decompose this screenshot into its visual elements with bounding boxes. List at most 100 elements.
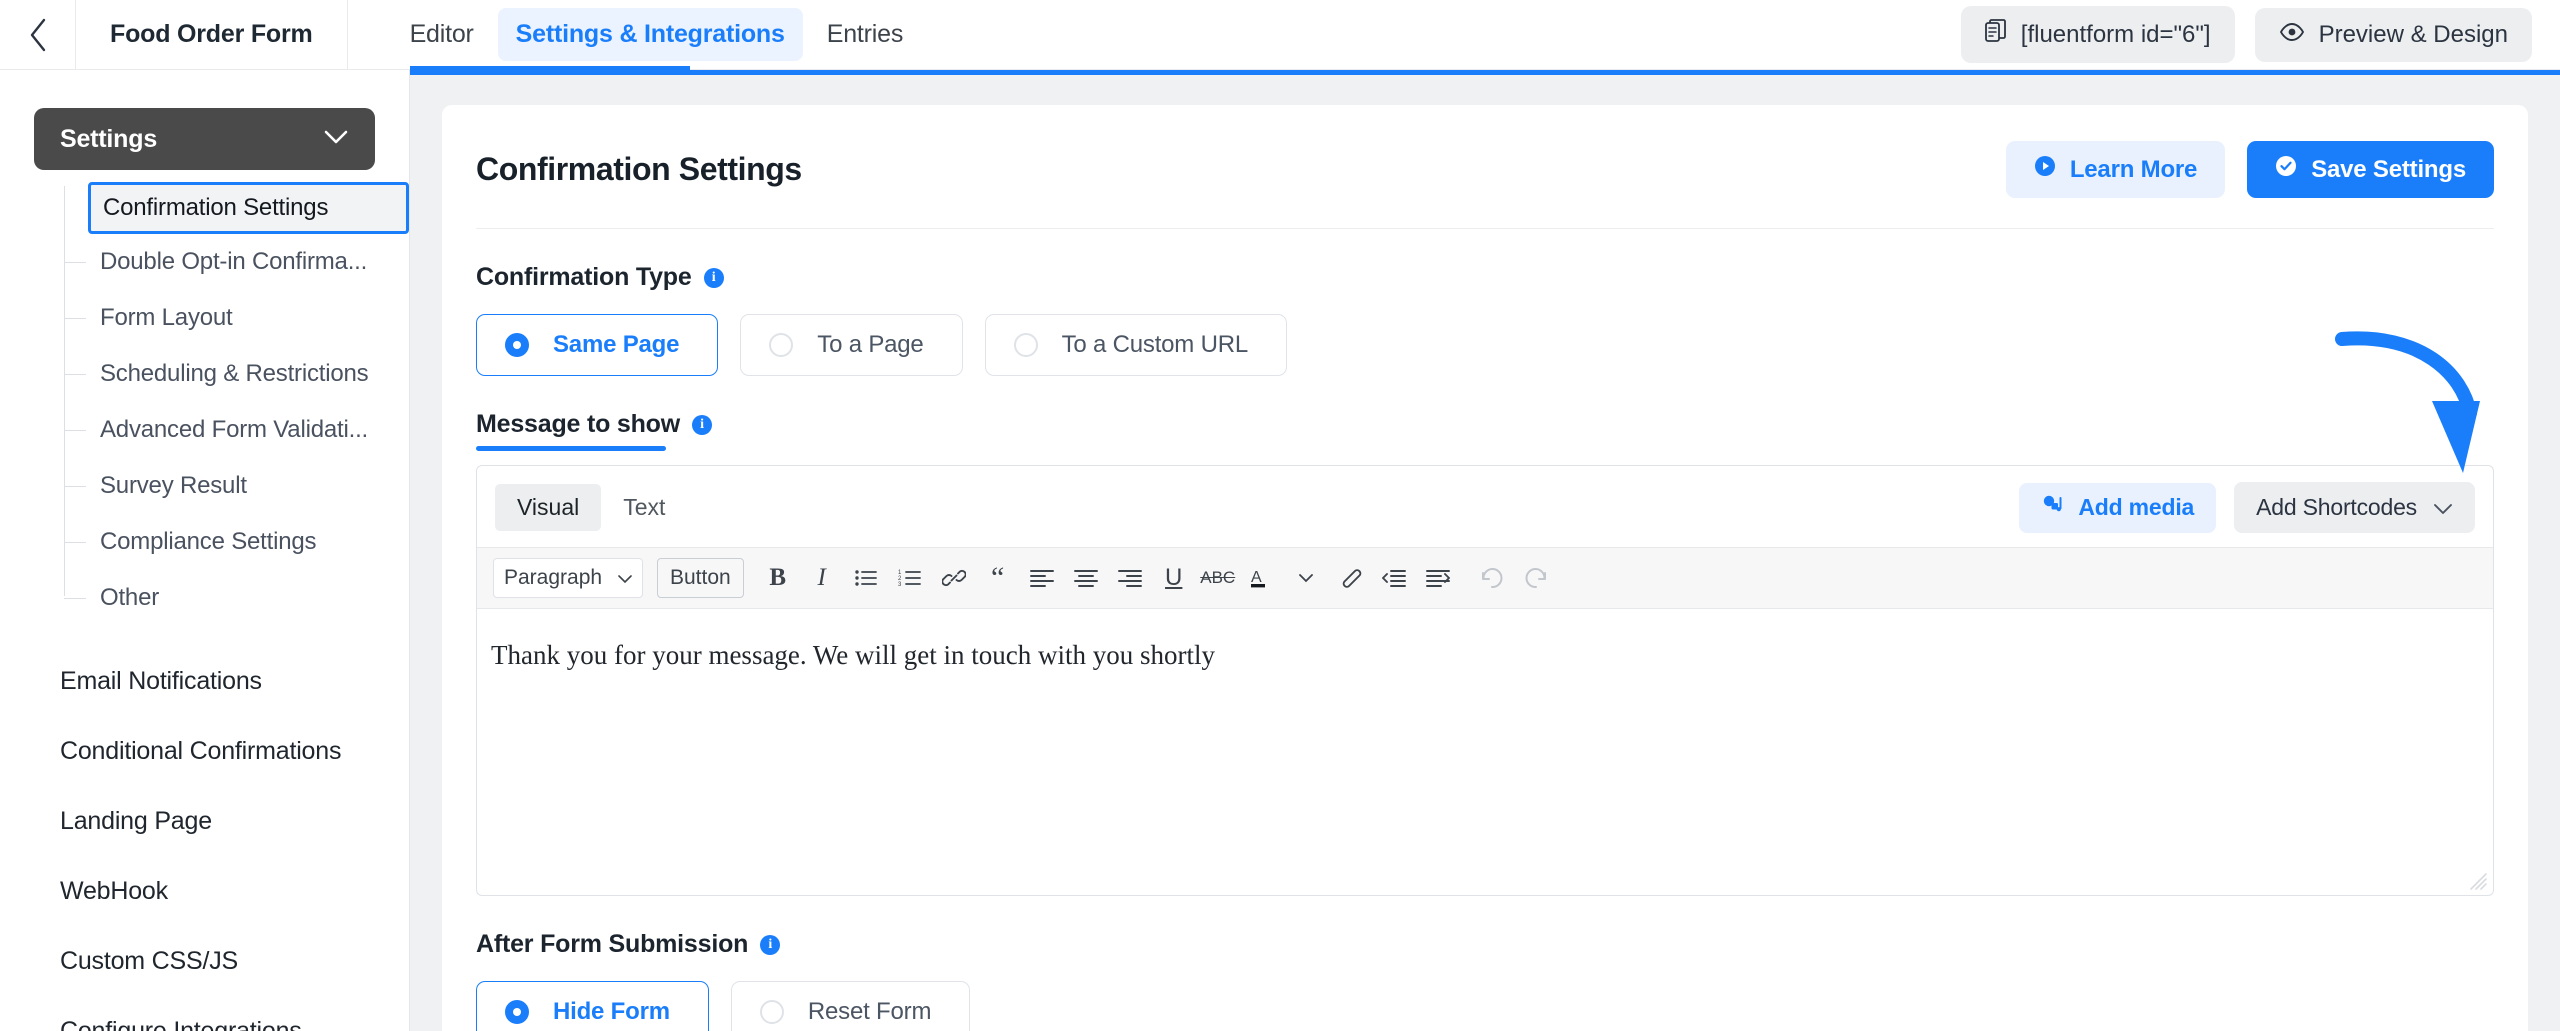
message-to-show-label: Message to show <box>476 410 680 439</box>
shortcode-chip[interactable]: [fluentform id="6"] <box>1961 6 2235 63</box>
radio-hide-form[interactable]: Hide Form <box>476 981 709 1031</box>
blockquote-icon[interactable]: “ <box>978 558 1018 598</box>
learn-more-button[interactable]: Learn More <box>2006 141 2225 198</box>
preview-label: Preview & Design <box>2319 21 2508 49</box>
shortcode-label: [fluentform id="6"] <box>2021 21 2211 49</box>
sidebar-item-label: Other <box>100 584 159 612</box>
resize-handle-icon[interactable] <box>2469 872 2487 890</box>
back-button[interactable] <box>0 0 76 69</box>
sidebar-item-label: Double Opt-in Confirma... <box>100 248 367 276</box>
after-form-submission-label-row: After Form Submission i <box>476 930 780 959</box>
chevron-down-icon <box>323 129 349 150</box>
sidebar-item-label: WebHook <box>60 877 168 906</box>
editor-toolbar: Paragraph Button B I <box>477 547 2493 609</box>
link-icon[interactable] <box>934 558 974 598</box>
radio-label: Reset Form <box>808 998 931 1026</box>
sidebar-item-compliance-settings[interactable]: Compliance Settings <box>66 514 409 570</box>
add-media-button[interactable]: Add media <box>2019 483 2216 533</box>
info-icon[interactable]: i <box>704 268 724 288</box>
radio-to-a-page[interactable]: To a Page <box>740 314 962 376</box>
redo-icon[interactable] <box>1516 558 1556 598</box>
sidebar-item-webhook[interactable]: WebHook <box>0 856 409 926</box>
radio-indicator <box>505 333 529 357</box>
sidebar-item-email-notifications[interactable]: Email Notifications <box>0 646 409 716</box>
message-to-show-label-row: Message to show i <box>476 410 712 451</box>
save-settings-label: Save Settings <box>2311 156 2466 184</box>
check-circle-icon <box>2275 155 2297 184</box>
undo-icon[interactable] <box>1472 558 1512 598</box>
strikethrough-icon[interactable]: ABC <box>1198 558 1238 598</box>
editor-tab-bar: Visual Text <box>477 466 2493 533</box>
tab-entries[interactable]: Entries <box>809 8 921 61</box>
radio-label: To a Custom URL <box>1062 331 1248 359</box>
align-left-icon[interactable] <box>1022 558 1062 598</box>
radio-same-page[interactable]: Same Page <box>476 314 718 376</box>
info-icon[interactable]: i <box>760 935 780 955</box>
clear-formatting-icon[interactable] <box>1330 558 1370 598</box>
settings-sidebar: Settings Confirmation Settings Double Op… <box>0 70 410 1031</box>
sidebar-submenu: Confirmation Settings Double Opt-in Conf… <box>0 182 409 626</box>
sidebar-item-other[interactable]: Other <box>66 570 409 626</box>
page-layout: Settings Confirmation Settings Double Op… <box>0 70 2560 1031</box>
tab-editor[interactable]: Editor <box>392 8 492 61</box>
sidebar-item-scheduling-restrictions[interactable]: Scheduling & Restrictions <box>66 346 409 402</box>
add-shortcodes-button[interactable]: Add Shortcodes <box>2234 482 2475 533</box>
svg-text:A: A <box>1251 569 1262 586</box>
radio-indicator <box>505 1000 529 1024</box>
settings-card: Confirmation Settings Learn More <box>442 105 2528 1031</box>
button-shortcode-tool[interactable]: Button <box>657 558 744 598</box>
play-circle-icon <box>2034 155 2056 184</box>
numbered-list-icon[interactable]: 1 2 3 <box>890 558 930 598</box>
text-color-icon[interactable]: A <box>1242 558 1282 598</box>
text-color-dropdown-icon[interactable] <box>1286 558 1326 598</box>
after-form-submission-label: After Form Submission <box>476 930 748 959</box>
topbar-actions: [fluentform id="6"] Preview & Design <box>1961 0 2560 69</box>
confirmation-type-options: Same Page To a Page To a Custom URL <box>476 314 2494 376</box>
chevron-left-icon <box>27 17 49 53</box>
info-icon[interactable]: i <box>692 415 712 435</box>
italic-icon[interactable]: I <box>802 558 842 598</box>
radio-reset-form[interactable]: Reset Form <box>731 981 970 1031</box>
sidebar-item-survey-result[interactable]: Survey Result <box>66 458 409 514</box>
indent-icon[interactable] <box>1418 558 1458 598</box>
outdent-icon[interactable] <box>1374 558 1414 598</box>
save-settings-button[interactable]: Save Settings <box>2247 141 2494 198</box>
sidebar-main-group: Email Notifications Conditional Confirma… <box>0 646 409 1031</box>
eye-icon <box>2279 21 2305 49</box>
sidebar-settings-header[interactable]: Settings <box>34 108 375 170</box>
radio-indicator <box>760 1000 784 1024</box>
sidebar-item-advanced-form-validation[interactable]: Advanced Form Validati... <box>66 402 409 458</box>
align-right-icon[interactable] <box>1110 558 1150 598</box>
underline-icon[interactable]: U <box>1154 558 1194 598</box>
sidebar-item-form-layout[interactable]: Form Layout <box>66 290 409 346</box>
sidebar-item-label: Conditional Confirmations <box>60 737 341 766</box>
paragraph-format-select[interactable]: Paragraph <box>493 558 643 598</box>
radio-label: Same Page <box>553 331 679 359</box>
sidebar-item-label: Email Notifications <box>60 667 262 696</box>
sidebar-item-configure-integrations[interactable]: Configure Integrations <box>0 996 409 1031</box>
radio-indicator <box>769 333 793 357</box>
editor-content-area[interactable]: Thank you for your message. We will get … <box>477 609 2493 895</box>
sidebar-item-label: Form Layout <box>100 304 233 332</box>
preview-design-button[interactable]: Preview & Design <box>2255 8 2532 62</box>
align-center-icon[interactable] <box>1066 558 1106 598</box>
sidebar-item-label: Advanced Form Validati... <box>100 416 368 444</box>
sidebar-item-double-optin[interactable]: Double Opt-in Confirma... <box>66 234 409 290</box>
editor-tab-text[interactable]: Text <box>601 484 687 531</box>
sidebar-item-landing-page[interactable]: Landing Page <box>0 786 409 856</box>
chevron-down-icon <box>2433 494 2453 521</box>
editor-top-actions: Add media Add Shortcodes <box>2019 482 2475 533</box>
sidebar-item-conditional-confirmations[interactable]: Conditional Confirmations <box>0 716 409 786</box>
page-title: Confirmation Settings <box>476 151 802 188</box>
editor-tab-visual[interactable]: Visual <box>495 484 601 531</box>
main-content: Confirmation Settings Learn More <box>410 70 2560 1031</box>
bold-icon[interactable]: B <box>758 558 798 598</box>
sidebar-item-custom-css-js[interactable]: Custom CSS/JS <box>0 926 409 996</box>
tab-list: Editor Settings & Integrations Entries <box>348 0 922 69</box>
sidebar-item-confirmation-settings[interactable]: Confirmation Settings <box>88 182 409 234</box>
bulleted-list-icon[interactable] <box>846 558 886 598</box>
sidebar-item-label: Landing Page <box>60 807 212 836</box>
card-header: Confirmation Settings Learn More <box>476 105 2494 229</box>
radio-to-a-custom-url[interactable]: To a Custom URL <box>985 314 1287 376</box>
tab-settings-integrations[interactable]: Settings & Integrations <box>498 8 803 61</box>
